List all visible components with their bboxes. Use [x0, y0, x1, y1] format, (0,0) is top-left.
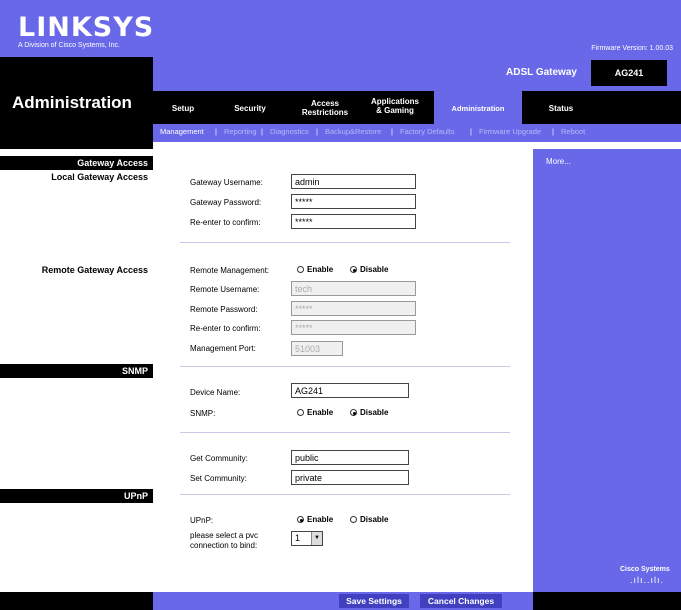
tab-applications-gaming[interactable]: Applications & Gaming [360, 97, 430, 115]
radio-icon [297, 409, 304, 416]
section-remote-gateway-access: Remote Gateway Access [41, 265, 148, 275]
tab-access-restrictions[interactable]: Access Restrictions [290, 99, 360, 117]
upnp-enable-radio[interactable]: Enable [297, 515, 333, 524]
device-name-label: Device Name: [190, 388, 241, 397]
pvc-label-line1: please select a pvc [190, 531, 259, 540]
snmp-disable-radio[interactable]: Disable [350, 408, 388, 417]
pvc-select[interactable]: 1 ▼ [291, 531, 323, 546]
snmp-enable-radio[interactable]: Enable [297, 408, 333, 417]
subtab-management[interactable]: Management [160, 127, 204, 136]
tab-administration[interactable]: Administration [434, 104, 522, 113]
radio-enable-label: Enable [307, 515, 334, 524]
upnp-label: UPnP: [190, 516, 214, 525]
radio-disable-label: Disable [360, 408, 389, 417]
gateway-password-label: Gateway Password: [190, 198, 262, 207]
subnav-separator: | [316, 127, 318, 136]
subtab-backup-restore[interactable]: Backup&Restore [325, 127, 381, 136]
chevron-down-icon: ▼ [311, 532, 322, 545]
divider [180, 494, 510, 495]
section-snmp: SNMP [121, 366, 148, 376]
subtab-reporting[interactable]: Reporting [224, 127, 257, 136]
pvc-select-value: 1 [295, 533, 301, 543]
subnav-separator: | [552, 127, 554, 136]
radio-icon [350, 516, 357, 523]
more-link[interactable]: More... [546, 157, 571, 166]
product-name: ADSL Gateway [506, 67, 577, 78]
get-community-label: Get Community: [190, 454, 248, 463]
section-gateway-access: Gateway Access [77, 158, 148, 168]
brand-logo: LINKSYS [18, 12, 155, 43]
snmp-label: SNMP: [190, 409, 216, 418]
subtab-firmware-upgrade[interactable]: Firmware Upgrade [479, 127, 541, 136]
remote-password-input[interactable] [291, 301, 416, 316]
tab-status[interactable]: Status [536, 104, 586, 113]
pvc-label-line2: connection to bind: [190, 541, 258, 550]
subtab-factory-defaults[interactable]: Factory Defaults [400, 127, 455, 136]
subtab-diagnostics[interactable]: Diagnostics [270, 127, 309, 136]
remote-management-disable-radio[interactable]: Disable [350, 265, 388, 274]
radio-disable-label: Disable [360, 515, 389, 524]
footer-left-bar [0, 592, 153, 610]
upnp-disable-radio[interactable]: Disable [350, 515, 388, 524]
help-panel [533, 149, 681, 592]
radio-selected-icon [350, 266, 357, 273]
radio-enable-label: Enable [307, 408, 334, 417]
remote-username-input[interactable] [291, 281, 416, 296]
radio-enable-label: Enable [307, 265, 334, 274]
cancel-changes-button[interactable]: Cancel Changes [420, 594, 502, 608]
radio-icon [297, 266, 304, 273]
divider [180, 432, 510, 433]
cisco-logo-text: Cisco Systems [620, 566, 670, 573]
tab-setup[interactable]: Setup [163, 104, 203, 113]
subnav-separator: | [391, 127, 393, 136]
set-community-label: Set Community: [190, 474, 247, 483]
remote-confirm-label: Re-enter to confirm: [190, 324, 261, 333]
subnav-separator: | [261, 127, 263, 136]
gateway-confirm-label: Re-enter to confirm: [190, 218, 261, 227]
device-name-input[interactable] [291, 383, 409, 398]
model-name: AG241 [591, 60, 667, 86]
get-community-input[interactable] [291, 450, 409, 465]
subnav-separator: | [470, 127, 472, 136]
remote-password-label: Remote Password: [190, 305, 258, 314]
section-upnp: UPnP [123, 491, 148, 501]
divider [180, 366, 510, 367]
divider [180, 242, 510, 243]
remote-management-enable-radio[interactable]: Enable [297, 265, 333, 274]
cisco-logo-icon: .ılı..ılı. [630, 575, 665, 585]
gateway-password-input[interactable] [291, 194, 416, 209]
firmware-version: Firmware Version: 1.00.03 [591, 45, 673, 52]
management-port-label: Management Port: [190, 344, 256, 353]
brand-subtitle: A Division of Cisco Systems, Inc. [18, 42, 120, 49]
remote-management-label: Remote Management: [190, 266, 270, 275]
page-title: Administration [12, 93, 132, 112]
tab-security[interactable]: Security [225, 104, 275, 113]
radio-selected-icon [297, 516, 304, 523]
management-port-input[interactable] [291, 341, 343, 356]
subtab-reboot[interactable]: Reboot [561, 127, 585, 136]
radio-disable-label: Disable [360, 265, 389, 274]
gateway-username-input[interactable] [291, 174, 416, 189]
subnav-separator: | [215, 127, 217, 136]
set-community-input[interactable] [291, 470, 409, 485]
radio-selected-icon [350, 409, 357, 416]
save-settings-button[interactable]: Save Settings [339, 594, 409, 608]
section-local-gateway-access: Local Gateway Access [51, 172, 148, 182]
gateway-confirm-input[interactable] [291, 214, 416, 229]
remote-username-label: Remote Username: [190, 285, 260, 294]
gateway-username-label: Gateway Username: [190, 178, 263, 187]
footer-right-bar [533, 592, 681, 610]
remote-confirm-input[interactable] [291, 320, 416, 335]
